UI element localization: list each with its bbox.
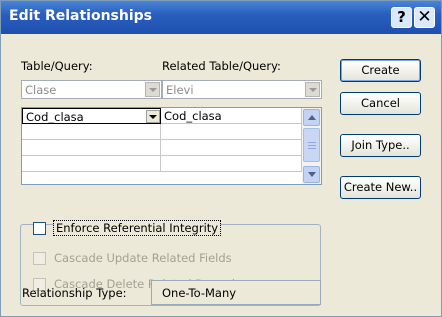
cancel-button[interactable]: Cancel <box>340 92 421 115</box>
join-type-button[interactable]: Join Type.. <box>340 134 421 157</box>
close-button[interactable]: ✕ <box>414 7 435 28</box>
create-new-button[interactable]: Create New.. <box>340 176 421 199</box>
grip-line <box>308 145 316 146</box>
table-query-combo[interactable]: Clase <box>21 80 162 99</box>
title-bar[interactable]: Edit Relationships ? ✕ <box>1 1 441 34</box>
grid-row-left-cell[interactable] <box>22 140 161 156</box>
edit-relationships-dialog: Edit Relationships ? ✕ Table/Query: Rela… <box>0 0 442 317</box>
grid-row-left-cell[interactable] <box>22 124 161 140</box>
enforce-integrity-label[interactable]: Enforce Referential Integrity <box>52 220 222 236</box>
grip-line <box>308 142 316 143</box>
scroll-down-icon[interactable] <box>303 166 320 183</box>
grid-scrollbar[interactable] <box>302 108 321 184</box>
grid-row-right-cell[interactable] <box>161 124 302 140</box>
chevron-down-icon[interactable] <box>145 82 160 97</box>
dialog-body: Table/Query: Related Table/Query: Clase … <box>1 34 441 316</box>
cascade-update-label: Cascade Update Related Fields <box>54 251 232 265</box>
grid-row-left-cell[interactable] <box>22 156 161 172</box>
table-query-label: Table/Query: <box>21 59 93 73</box>
chevron-down-icon[interactable] <box>305 82 320 97</box>
relationship-type-label: Relationship Type: <box>22 286 127 300</box>
create-button[interactable]: Create <box>340 59 421 82</box>
grid-row-right-cell[interactable]: Cod_clasa <box>161 108 302 124</box>
related-table-query-combo[interactable]: Elevi <box>162 80 322 99</box>
grid-row-right-cell[interactable] <box>161 156 302 172</box>
related-table-query-label: Related Table/Query: <box>162 59 281 73</box>
relationship-type-box: One-To-Many <box>151 280 321 305</box>
scroll-up-icon[interactable] <box>303 109 320 126</box>
related-table-query-value: Elevi <box>166 83 194 97</box>
relationship-type-value: One-To-Many <box>162 286 237 300</box>
chevron-down-icon[interactable] <box>146 110 160 123</box>
left-field-value: Cod_clasa <box>26 110 84 124</box>
scroll-thumb[interactable] <box>303 128 320 162</box>
grid-row-left-cell[interactable]: Cod_clasa <box>22 108 161 124</box>
help-button[interactable]: ? <box>391 7 412 28</box>
field-mapping-grid: Cod_clasa Cod_clasa <box>21 107 322 185</box>
cascade-update-checkbox[interactable] <box>33 252 46 265</box>
right-field-value: Cod_clasa <box>164 109 222 123</box>
enforce-integrity-checkbox[interactable] <box>33 222 46 235</box>
table-query-value: Clase <box>25 83 57 97</box>
grid-row-right-cell[interactable] <box>161 140 302 156</box>
grip-line <box>308 148 316 149</box>
dialog-title: Edit Relationships <box>9 8 153 24</box>
